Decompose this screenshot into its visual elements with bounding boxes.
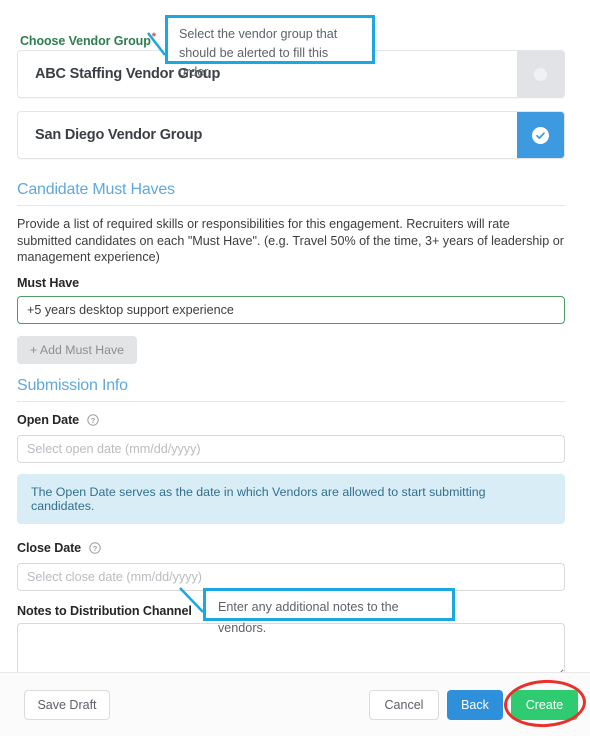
vendor-group-option-row[interactable]: ABC Staffing Vendor Group	[17, 50, 565, 98]
submission-info-section: Submission Info Open Date ? The Open Dat…	[17, 377, 565, 679]
form-footer: Save Draft Cancel Back Create	[0, 672, 590, 736]
vendor-group-select-toggle[interactable]	[517, 51, 564, 97]
open-date-label-text: Open Date	[17, 413, 80, 427]
choose-vendor-group-label-text: Choose Vendor Group	[20, 34, 151, 49]
svg-text:?: ?	[92, 544, 97, 553]
required-asterisk: *	[151, 31, 156, 43]
form-content: Choose Vendor Group* ABC Staffing Vendor…	[0, 0, 590, 679]
notes-label: Notes to Distribution Channel	[17, 604, 192, 618]
open-date-input[interactable]	[17, 435, 565, 463]
open-date-label: Open Date ?	[17, 413, 565, 429]
unselected-circle-icon	[534, 67, 547, 81]
must-have-label: Must Have	[17, 275, 80, 290]
submission-info-heading: Submission Info	[17, 377, 565, 402]
save-draft-button[interactable]: Save Draft	[24, 690, 110, 720]
must-have-input[interactable]	[17, 295, 565, 324]
help-circle-icon[interactable]: ?	[88, 542, 101, 557]
open-date-info-banner: The Open Date serves as the date in whic…	[17, 474, 565, 524]
close-date-input[interactable]	[17, 563, 565, 591]
add-must-have-button[interactable]: + Add Must Have	[17, 335, 137, 364]
vendor-group-option-row[interactable]: San Diego Vendor Group	[17, 111, 565, 159]
order-form-page: Choose Vendor Group* ABC Staffing Vendor…	[0, 0, 590, 736]
close-date-label-text: Close Date	[17, 541, 82, 555]
vendor-group-select-toggle[interactable]	[517, 112, 564, 158]
candidate-must-haves-description: Provide a list of required skills or res…	[17, 217, 564, 264]
cancel-button[interactable]: Cancel	[369, 690, 439, 720]
candidate-must-haves-heading: Candidate Must Haves	[17, 181, 565, 206]
svg-text:?: ?	[90, 416, 95, 425]
create-button[interactable]: Create	[511, 690, 578, 720]
vendor-group-name: San Diego Vendor Group	[35, 127, 203, 143]
vendor-group-name: ABC Staffing Vendor Group	[35, 66, 221, 82]
choose-vendor-group-label: Choose Vendor Group*	[20, 31, 156, 48]
notes-textarea[interactable]	[17, 623, 565, 679]
back-button[interactable]: Back	[447, 690, 503, 720]
help-circle-icon[interactable]: ?	[86, 414, 99, 429]
close-date-label: Close Date ?	[17, 541, 565, 557]
candidate-must-haves-section: Candidate Must Haves Provide a list of r…	[17, 181, 565, 364]
checkmark-circle-icon	[532, 126, 549, 144]
